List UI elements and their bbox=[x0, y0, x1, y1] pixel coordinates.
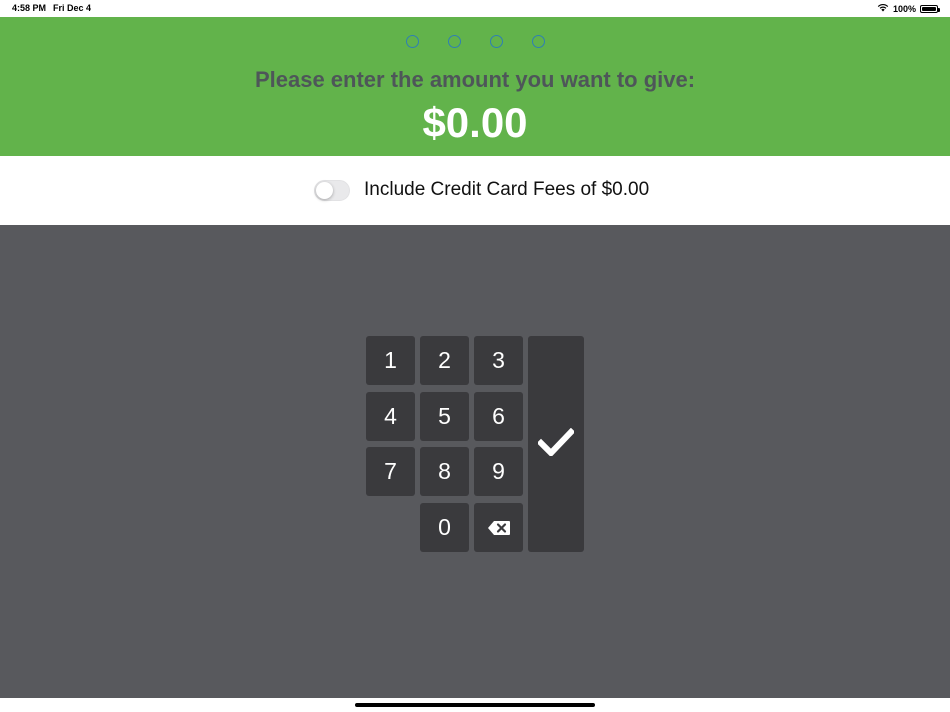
backspace-icon bbox=[487, 514, 510, 541]
amount-header: Please enter the amount you want to give… bbox=[0, 17, 950, 156]
key-1[interactable]: 1 bbox=[366, 336, 415, 385]
key-8[interactable]: 8 bbox=[420, 447, 469, 496]
key-0[interactable]: 0 bbox=[420, 503, 469, 552]
wifi-icon bbox=[877, 3, 889, 14]
key-4[interactable]: 4 bbox=[366, 392, 415, 441]
include-fees-label: Include Credit Card Fees of $0.00 bbox=[364, 179, 650, 200]
status-bar: 4:58 PM Fri Dec 4 100% bbox=[0, 0, 950, 17]
home-indicator[interactable] bbox=[355, 703, 595, 707]
backspace-button[interactable] bbox=[474, 503, 523, 552]
step-dot bbox=[447, 35, 461, 48]
status-date: Fri Dec 4 bbox=[53, 3, 92, 13]
status-time: 4:58 PM bbox=[12, 3, 47, 13]
step-dot bbox=[531, 35, 545, 48]
step-dot bbox=[489, 35, 503, 48]
amount-display: $0.00 bbox=[422, 99, 528, 146]
checkmark-icon bbox=[536, 427, 576, 461]
toggle-knob bbox=[316, 182, 333, 199]
key-2[interactable]: 2 bbox=[420, 336, 469, 385]
fees-row: Include Credit Card Fees of $0.00 bbox=[0, 156, 950, 225]
include-fees-toggle[interactable] bbox=[314, 180, 350, 201]
key-6[interactable]: 6 bbox=[474, 392, 523, 441]
battery-percent: 100% bbox=[892, 3, 916, 14]
submit-button[interactable] bbox=[528, 336, 584, 552]
step-indicator bbox=[0, 35, 950, 48]
keypad-area: 1 2 3 4 5 6 7 8 9 0 bbox=[0, 225, 950, 698]
donation-screen: 4:58 PM Fri Dec 4 100% Please enter the … bbox=[0, 0, 950, 712]
home-bar-area bbox=[0, 698, 950, 712]
amount-prompt: Please enter the amount you want to give… bbox=[254, 67, 696, 92]
key-5[interactable]: 5 bbox=[420, 392, 469, 441]
step-dot bbox=[405, 35, 419, 48]
key-9[interactable]: 9 bbox=[474, 447, 523, 496]
status-right: 100% bbox=[877, 2, 940, 15]
key-7[interactable]: 7 bbox=[366, 447, 415, 496]
battery-icon bbox=[920, 4, 940, 13]
key-3[interactable]: 3 bbox=[474, 336, 523, 385]
